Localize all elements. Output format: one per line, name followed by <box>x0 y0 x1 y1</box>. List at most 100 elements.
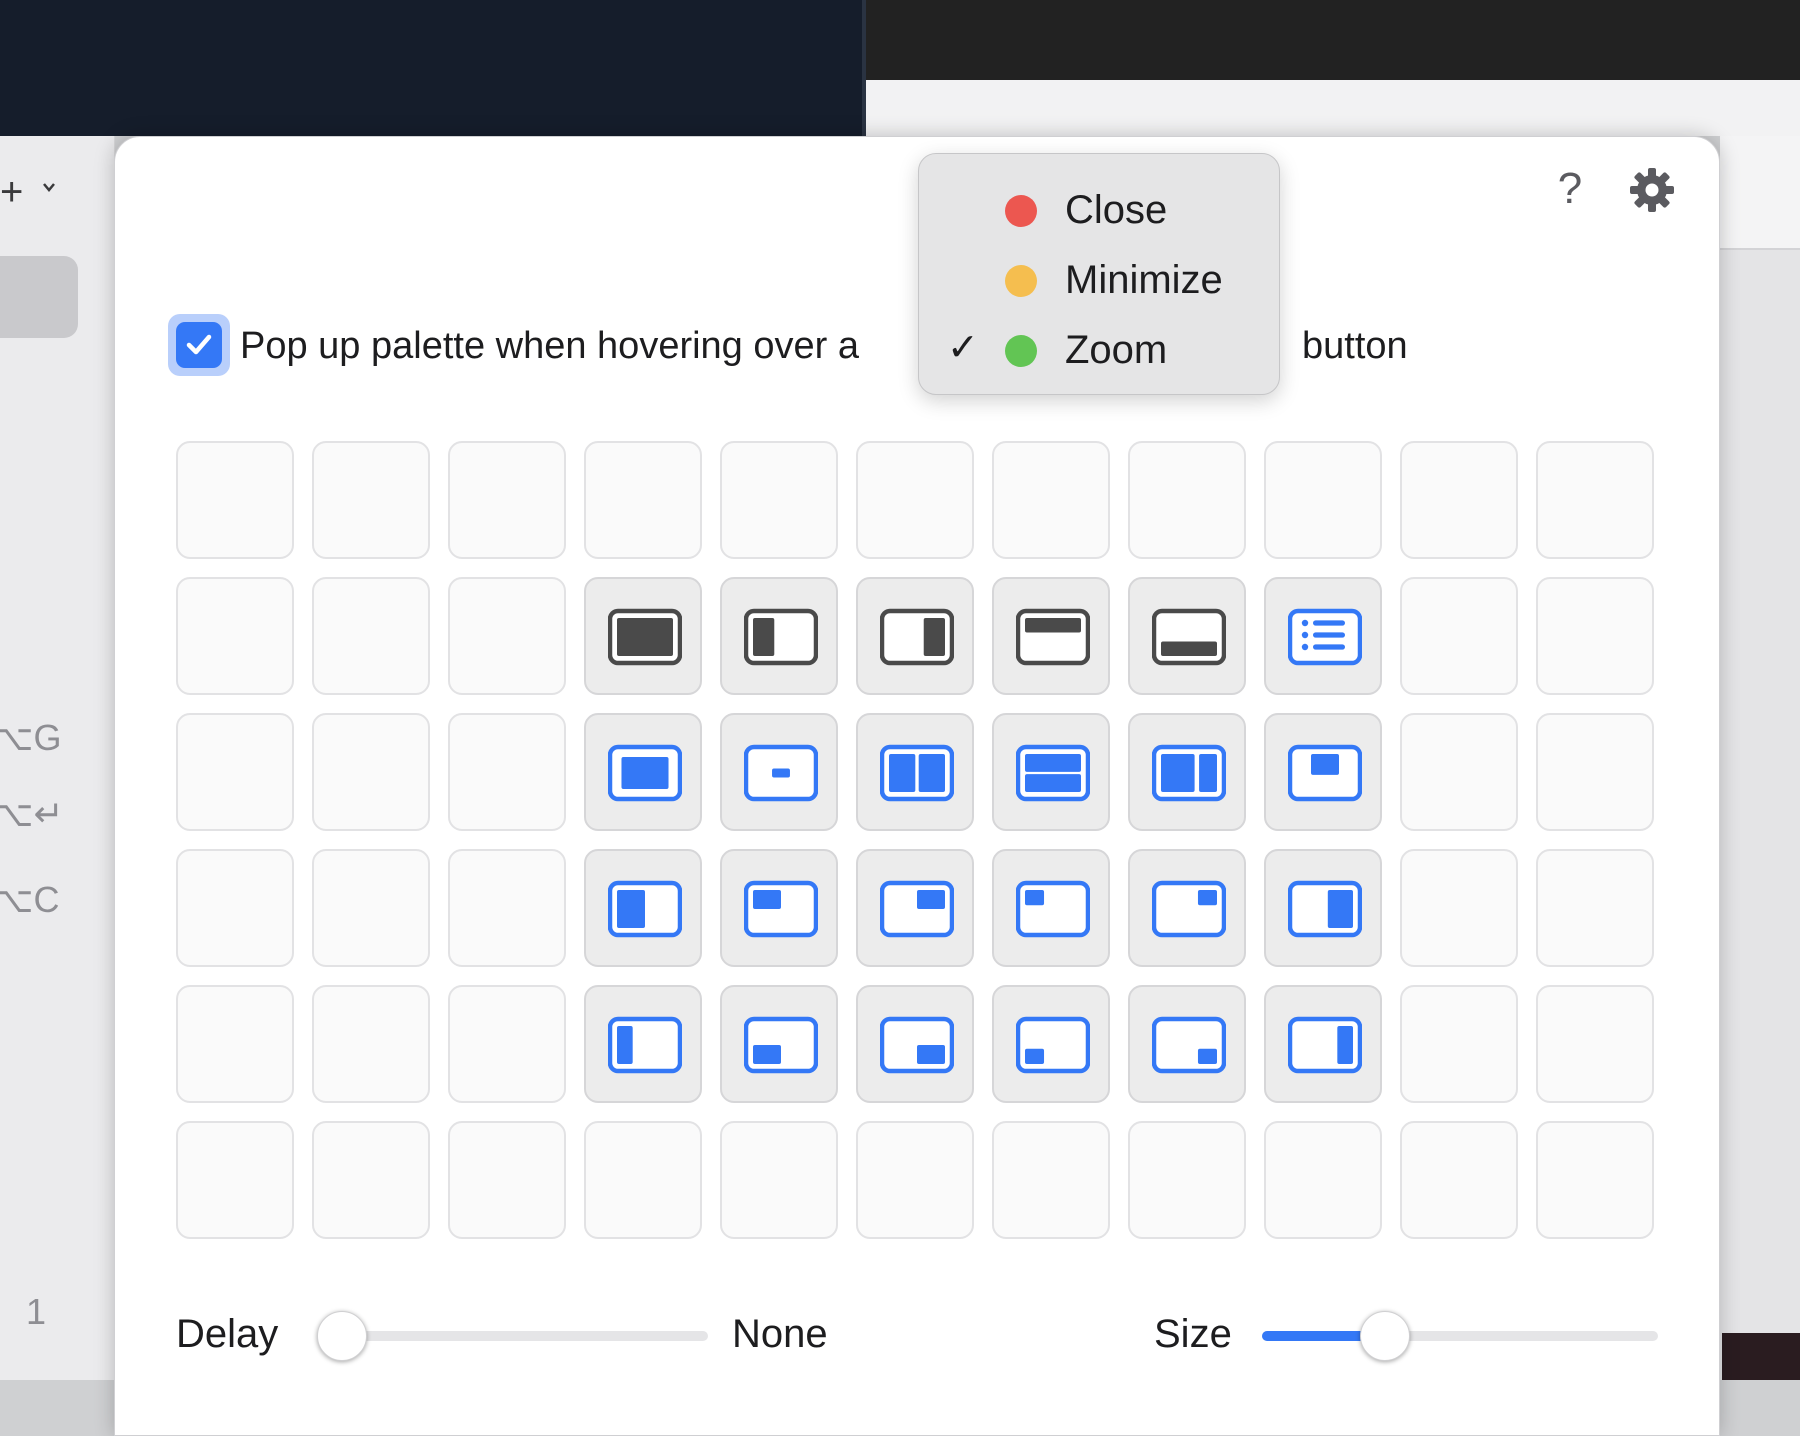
palette-cell-empty[interactable] <box>1264 441 1382 559</box>
top-half-icon <box>1016 608 1090 666</box>
palette-cell-list[interactable] <box>1264 577 1382 695</box>
palette-cell-empty[interactable] <box>1128 1121 1246 1239</box>
palette-cell-top-left-quarter[interactable] <box>720 849 838 967</box>
palette-cell-top-half[interactable] <box>992 577 1110 695</box>
palette-cell-bottom-right-quarter[interactable] <box>856 985 974 1103</box>
palette-cell-top-left-small[interactable] <box>992 849 1110 967</box>
palette-cell-empty[interactable] <box>1536 441 1654 559</box>
palette-cell-empty[interactable] <box>448 577 566 695</box>
palette-cell-empty[interactable] <box>1400 849 1518 967</box>
palette-cell-empty[interactable] <box>1264 1121 1382 1239</box>
palette-cell-two-rows[interactable] <box>992 713 1110 831</box>
palette-cell-empty[interactable] <box>312 985 430 1103</box>
palette-cell-top-right-small[interactable] <box>1128 849 1246 967</box>
palette-cell-empty[interactable] <box>176 1121 294 1239</box>
palette-cell-empty[interactable] <box>1536 713 1654 831</box>
sidebar-number: 1 <box>26 1291 47 1332</box>
left-third-icon <box>608 880 682 938</box>
menu-item-label: Close <box>1065 188 1168 232</box>
add-icon[interactable]: + <box>0 172 23 212</box>
palette-cell-empty[interactable] <box>176 441 294 559</box>
palette-cell-empty[interactable] <box>584 1121 702 1239</box>
palette-cell-empty[interactable] <box>312 849 430 967</box>
top-right-small-icon <box>1152 880 1226 938</box>
menu-item-zoom[interactable]: ✓ Zoom <box>919 318 1281 382</box>
palette-cell-empty[interactable] <box>720 1121 838 1239</box>
shortcut-key: ⌥G <box>0 717 62 758</box>
palette-cell-empty[interactable] <box>448 985 566 1103</box>
palette-cell-right-narrow[interactable] <box>1264 985 1382 1103</box>
palette-cell-bottom-right-small[interactable] <box>1128 985 1246 1103</box>
palette-cell-fullscreen[interactable] <box>584 577 702 695</box>
chevron-down-icon[interactable] <box>42 180 56 194</box>
palette-cell-empty[interactable] <box>176 849 294 967</box>
menu-item-label: Zoom <box>1065 328 1168 372</box>
menu-item-label: Minimize <box>1065 258 1223 302</box>
left-half-icon <box>744 608 818 666</box>
top-left-small-icon <box>1016 880 1090 938</box>
palette-cell-empty[interactable] <box>1400 713 1518 831</box>
palette-cell-empty[interactable] <box>584 441 702 559</box>
delay-slider-track[interactable] <box>330 1331 708 1341</box>
palette-cell-empty[interactable] <box>448 713 566 831</box>
palette-cell-empty[interactable] <box>312 713 430 831</box>
maximize-icon <box>608 744 682 802</box>
palette-cell-bottom-left-quarter[interactable] <box>720 985 838 1103</box>
palette-cell-empty[interactable] <box>1536 849 1654 967</box>
palette-cell-empty[interactable] <box>1400 1121 1518 1239</box>
palette-cell-empty[interactable] <box>1536 1121 1654 1239</box>
palette-cell-wide-left[interactable] <box>1128 713 1246 831</box>
delay-slider-knob[interactable] <box>317 1311 367 1361</box>
palette-cell-empty[interactable] <box>176 713 294 831</box>
palette-cell-left-half[interactable] <box>720 577 838 695</box>
shortcut-key: ⌥↵ <box>0 793 64 834</box>
background-window-corner <box>1722 1333 1800 1380</box>
palette-cell-empty[interactable] <box>448 1121 566 1239</box>
palette-cell-right-third[interactable] <box>1264 849 1382 967</box>
size-slider-knob[interactable] <box>1359 1311 1410 1361</box>
palette-cell-empty[interactable] <box>992 1121 1110 1239</box>
list-icon <box>1288 608 1362 666</box>
palette-cell-empty[interactable] <box>856 441 974 559</box>
yellow-dot-icon <box>1005 265 1037 297</box>
palette-cell-two-columns[interactable] <box>856 713 974 831</box>
gear-icon[interactable] <box>1628 166 1676 214</box>
right-third-icon <box>1288 880 1362 938</box>
menu-item-close[interactable]: Close <box>919 178 1281 242</box>
palette-cell-empty[interactable] <box>1536 985 1654 1103</box>
background-window-titlebar <box>866 0 1800 80</box>
palette-cell-left-narrow[interactable] <box>584 985 702 1103</box>
palette-cell-bottom-left-small[interactable] <box>992 985 1110 1103</box>
sidebar-selected-item[interactable] <box>0 256 78 338</box>
palette-cell-maximize[interactable] <box>584 713 702 831</box>
bottom-right-quarter-icon <box>880 1016 954 1074</box>
palette-cell-right-half[interactable] <box>856 577 974 695</box>
palette-cell-top-right-quarter[interactable] <box>856 849 974 967</box>
palette-cell-empty[interactable] <box>992 441 1110 559</box>
palette-cell-empty[interactable] <box>176 985 294 1103</box>
palette-cell-empty[interactable] <box>312 577 430 695</box>
palette-cell-left-third[interactable] <box>584 849 702 967</box>
shortcut-key: ⌥C <box>0 879 60 920</box>
palette-cell-empty[interactable] <box>176 577 294 695</box>
popup-palette-checkbox[interactable] <box>176 322 222 368</box>
palette-cell-empty[interactable] <box>1128 441 1246 559</box>
help-button[interactable]: ? <box>1548 164 1592 214</box>
palette-cell-empty[interactable] <box>1536 577 1654 695</box>
background-window-right-header <box>1720 136 1800 250</box>
palette-cell-empty[interactable] <box>448 441 566 559</box>
menu-item-minimize[interactable]: Minimize <box>919 248 1281 312</box>
palette-cell-empty[interactable] <box>448 849 566 967</box>
palette-cell-empty[interactable] <box>312 441 430 559</box>
bottom-left-quarter-icon <box>744 1016 818 1074</box>
palette-cell-empty[interactable] <box>312 1121 430 1239</box>
palette-cell-empty[interactable] <box>856 1121 974 1239</box>
palette-cell-empty[interactable] <box>720 441 838 559</box>
palette-cell-center-top[interactable] <box>1264 713 1382 831</box>
palette-cell-empty[interactable] <box>1400 985 1518 1103</box>
palette-cell-center-small[interactable] <box>720 713 838 831</box>
palette-cell-bottom-half[interactable] <box>1128 577 1246 695</box>
right-narrow-icon <box>1288 1016 1362 1074</box>
palette-cell-empty[interactable] <box>1400 577 1518 695</box>
palette-cell-empty[interactable] <box>1400 441 1518 559</box>
